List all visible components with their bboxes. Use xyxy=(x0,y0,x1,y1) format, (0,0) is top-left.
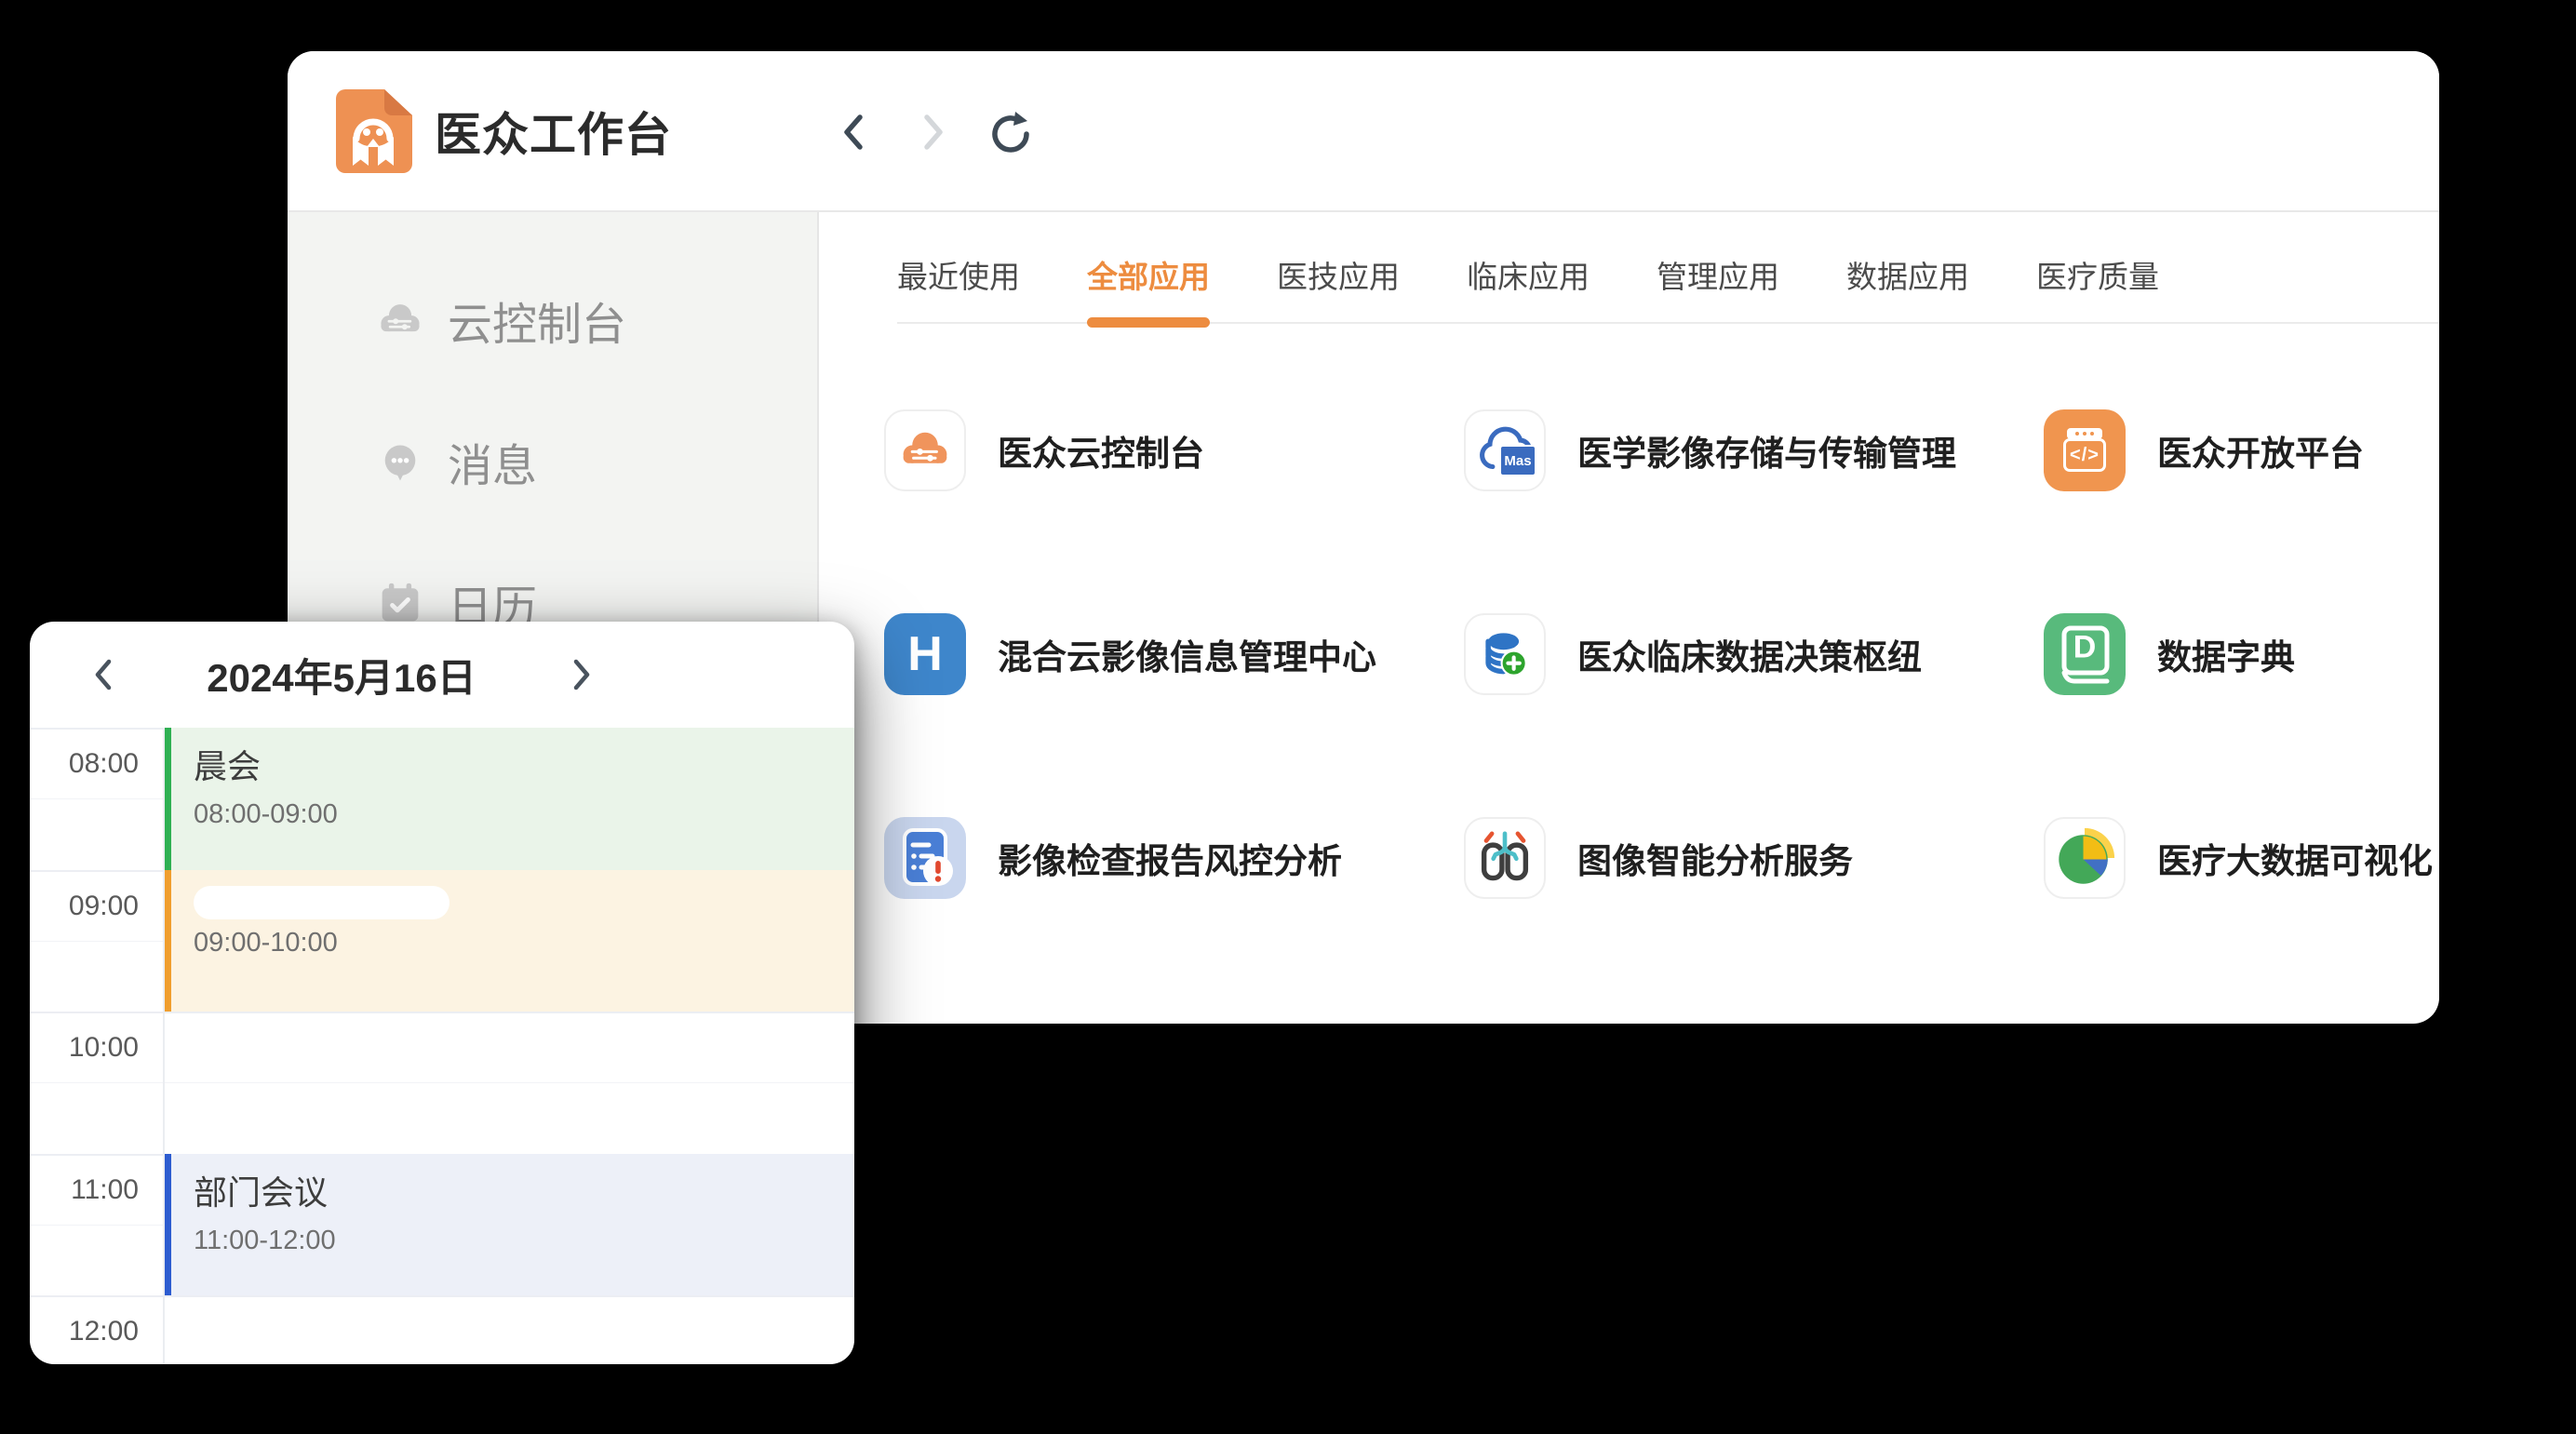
app-label: 医学影像存储与传输管理 xyxy=(1577,425,1956,476)
event-time: 11:00-12:00 xyxy=(194,1226,854,1256)
app-item-big-data-visualization[interactable]: 医疗大数据可视化 xyxy=(2044,817,2439,899)
app-item-image-ai-service[interactable]: 图像智能分析服务 xyxy=(1464,817,2044,899)
calendar-prev-day-button[interactable] xyxy=(76,622,132,728)
tab-quality[interactable]: 医疗质量 xyxy=(2036,257,2159,322)
report-risk-icon xyxy=(884,817,966,899)
sidebar-item-label: 云控制台 xyxy=(448,288,626,353)
event-time: 09:00-10:00 xyxy=(194,928,854,958)
open-platform-icon: </> xyxy=(2044,409,2126,491)
time-label: 09:00 xyxy=(30,891,163,922)
image-ai-icon xyxy=(1464,817,1546,899)
tab-recent[interactable]: 最近使用 xyxy=(897,257,1020,322)
app-label: 医众开放平台 xyxy=(2157,425,2364,476)
chevron-right-icon xyxy=(914,110,951,154)
tab-data-apps[interactable]: 数据应用 xyxy=(1846,257,1969,322)
refresh-button[interactable] xyxy=(988,106,1033,158)
event-time: 08:00-09:00 xyxy=(194,799,854,830)
app-item-imaging-storage[interactable]: Mas 医学影像存储与传输管理 xyxy=(1464,409,2044,491)
data-dictionary-icon: D xyxy=(2044,613,2126,695)
calendar-next-day-button[interactable] xyxy=(553,622,609,728)
back-button[interactable] xyxy=(832,106,877,158)
time-label: 11:00 xyxy=(30,1174,163,1206)
app-item-cloud-console[interactable]: 医众云控制台 xyxy=(884,409,1464,491)
desktop-background: 医众工作台 xyxy=(0,0,2576,1434)
time-label: 08:00 xyxy=(30,748,163,780)
app-logo-icon xyxy=(330,86,416,177)
redacted-event-title xyxy=(194,886,449,919)
forward-button[interactable] xyxy=(910,106,955,158)
hybrid-cloud-icon: H xyxy=(884,613,966,695)
chevron-right-icon xyxy=(566,654,596,695)
cloud-settings-icon xyxy=(884,409,966,491)
calendar-date: 2024年5月16日 xyxy=(155,622,528,728)
chevron-left-icon xyxy=(89,654,119,695)
tab-admin-apps[interactable]: 管理应用 xyxy=(1657,257,1779,322)
window-header: 医众工作台 xyxy=(288,51,2439,212)
hour-gridline xyxy=(30,1012,854,1013)
app-title: 医众工作台 xyxy=(435,98,672,165)
cloud-console-icon xyxy=(373,293,427,347)
app-label: 数据字典 xyxy=(2157,629,2295,679)
sidebar-item-cloud-console[interactable]: 云控制台 xyxy=(288,275,817,365)
clinical-data-icon xyxy=(1464,613,1546,695)
content-area: 最近使用 全部应用 医技应用 临床应用 管理应用 数据应用 医疗质量 xyxy=(819,212,2439,1022)
calendar-header: 2024年5月16日 xyxy=(30,622,854,728)
hour-gridline xyxy=(30,1295,854,1297)
sidebar-item-messages[interactable]: 消息 xyxy=(288,417,817,506)
h-letter: H xyxy=(907,626,943,682)
sidebar-item-label: 消息 xyxy=(448,429,537,494)
tab-bar: 最近使用 全部应用 医技应用 临床应用 管理应用 数据应用 医疗质量 xyxy=(897,212,2439,324)
app-item-clinical-data-hub[interactable]: 医众临床数据决策枢纽 xyxy=(1464,613,2044,695)
event-title: 部门会议 xyxy=(194,1166,854,1214)
tab-clinical-apps[interactable]: 临床应用 xyxy=(1467,257,1590,322)
d-letter: D xyxy=(2073,629,2097,665)
calendar-day-grid: 08:00 09:00 10:00 11:00 12:00 晨会 08:00-0… xyxy=(30,728,854,1364)
event-morning-meeting[interactable]: 晨会 08:00-09:00 xyxy=(165,728,854,870)
messages-icon xyxy=(373,435,427,489)
code-icon: </> xyxy=(2063,438,2106,472)
window-dots-icon xyxy=(2067,428,2102,439)
cloud-storage-icon: Mas xyxy=(1464,409,1546,491)
app-item-data-dictionary[interactable]: D 数据字典 xyxy=(2044,613,2439,695)
time-label: 10:00 xyxy=(30,1032,163,1064)
app-label: 医众云控制台 xyxy=(998,425,1204,476)
tab-all-apps[interactable]: 全部应用 xyxy=(1087,257,1210,322)
app-label: 混合云影像信息管理中心 xyxy=(998,629,1376,679)
mas-badge: Mas xyxy=(1499,445,1536,476)
time-label: 12:00 xyxy=(30,1316,163,1347)
browser-nav xyxy=(832,51,1033,212)
app-label: 医疗大数据可视化 xyxy=(2157,833,2433,883)
refresh-icon xyxy=(988,110,1033,154)
app-item-hybrid-cloud-center[interactable]: H 混合云影像信息管理中心 xyxy=(884,613,1464,695)
app-grid: 医众云控制台 Mas 医学影像存储与传输管理 xyxy=(884,409,2439,899)
app-item-open-platform[interactable]: </> 医众开放平台 xyxy=(2044,409,2439,491)
tab-medtech-apps[interactable]: 医技应用 xyxy=(1277,257,1400,322)
event-title: 晨会 xyxy=(194,740,854,788)
app-label: 医众临床数据决策枢纽 xyxy=(1577,629,1922,679)
event-redacted[interactable]: 09:00-10:00 xyxy=(165,870,854,1012)
app-label: 影像检查报告风控分析 xyxy=(998,833,1342,883)
app-label: 图像智能分析服务 xyxy=(1577,833,1853,883)
app-item-report-risk-analysis[interactable]: 影像检查报告风控分析 xyxy=(884,817,1464,899)
big-data-viz-icon xyxy=(2044,817,2126,899)
event-department-meeting[interactable]: 部门会议 11:00-12:00 xyxy=(165,1154,854,1295)
chevron-left-icon xyxy=(836,110,873,154)
half-hour-gridline xyxy=(30,1082,854,1083)
calendar-panel: 2024年5月16日 08:00 09:00 10:00 11:00 12:00 xyxy=(30,622,854,1364)
